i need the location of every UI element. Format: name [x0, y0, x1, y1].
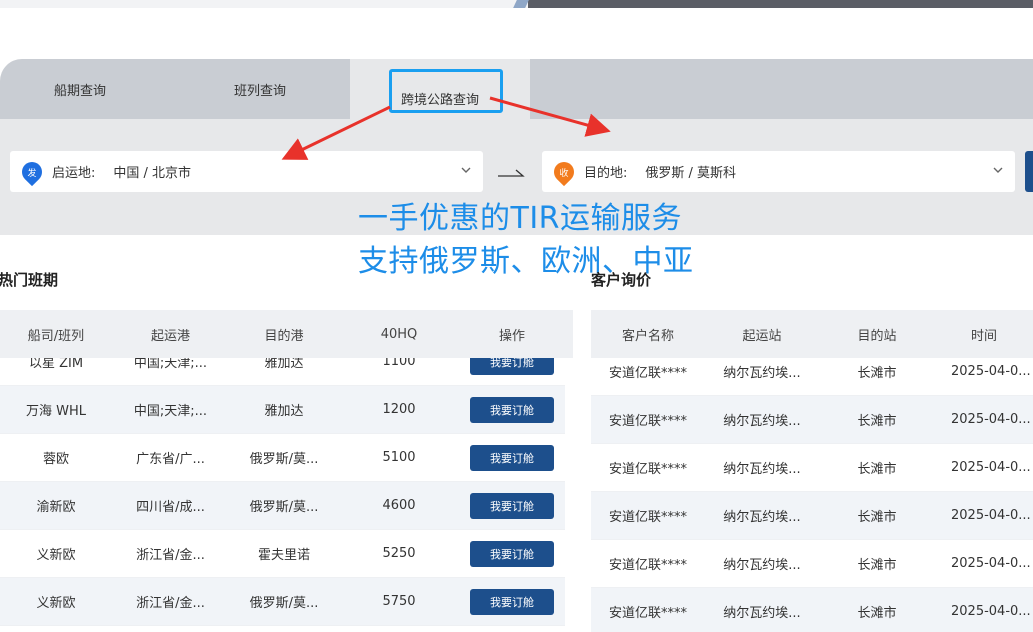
dest-cell: 长滩市 [857, 462, 897, 477]
book-button[interactable]: 我要订舱 [470, 492, 554, 519]
column-header: 起运港 [150, 328, 190, 344]
column-header: 操作 [498, 328, 525, 344]
time-cell: 2025-04-0... [951, 556, 1031, 571]
time-cell: 2025-04-0... [951, 460, 1031, 475]
column-header: 目的站 [857, 328, 897, 344]
origin-cell: 纳尔瓦约埃... [723, 606, 801, 621]
price-cell: 5250 [382, 546, 416, 561]
column-header: 船司/班列 [27, 328, 85, 344]
origin-select[interactable]: 发 启运地: 中国 / 北京市 [10, 151, 483, 192]
time-cell: 2025-04-0... [951, 604, 1031, 619]
column-header: 目的港 [264, 328, 304, 344]
inquiries-title: 客户询价 [591, 271, 652, 289]
origin-cell: 浙江省/金... [136, 548, 205, 563]
dest-cell: 长滩市 [857, 606, 897, 621]
customer-cell: 安道亿联**** [608, 366, 687, 381]
destination-badge: 收 [559, 168, 569, 179]
origin-cell: 纳尔瓦约埃... [723, 462, 801, 477]
inquiries-list[interactable]: 安道亿联**** 纳尔瓦约埃... 长滩市 2025-04-0... 安道亿联*… [591, 348, 1033, 632]
carrier-cell: 蓉欧 [42, 452, 69, 467]
tab-rail-schedule[interactable]: 班列查询 [170, 59, 350, 119]
origin-pin-icon: 发 [17, 157, 47, 186]
column-header: 客户名称 [621, 328, 674, 344]
time-cell: 2025-04-0... [951, 364, 1031, 379]
dest-cell: 俄罗斯/莫... [249, 452, 319, 467]
table-row: 万海 WHL 中国;天津;... 雅加达 1200 我要订舱 [0, 386, 565, 434]
hot-schedules-list[interactable]: 以星 ZIM 中国;天津;... 雅加达 1100 我要订舱 万海 WHL 中国… [0, 338, 565, 632]
search-button[interactable] [1025, 151, 1033, 192]
carrier-cell: 义新欧 [36, 548, 76, 563]
origin-cell: 浙江省/金... [136, 596, 205, 611]
inquiries-header: 客户名称 起运站 目的站 时间 [591, 310, 1033, 358]
dest-cell: 雅加达 [264, 404, 304, 419]
carrier-cell: 渝新欧 [36, 500, 76, 515]
query-tabs: 船期查询 班列查询 跨境公路查询 [0, 59, 1033, 119]
annotation-highlight-box [389, 69, 503, 113]
dest-cell: 俄罗斯/莫... [249, 596, 319, 611]
carrier-cell: 万海 WHL [25, 404, 86, 419]
book-button[interactable]: 我要订舱 [470, 444, 554, 471]
chevron-down-icon [993, 167, 1003, 173]
origin-cell: 纳尔瓦约埃... [723, 558, 801, 573]
table-row: 义新欧 浙江省/金... 俄罗斯/莫... 5750 我要订舱 [0, 578, 565, 626]
table-row: 安道亿联**** 纳尔瓦约埃... 长滩市 2025-04-0... [591, 540, 1033, 588]
dest-cell: 长滩市 [857, 510, 897, 525]
table-row: 渝新欧 四川省/成... 俄罗斯/莫... 4600 我要订舱 [0, 482, 565, 530]
carrier-cell: 义新欧 [36, 596, 76, 611]
origin-cell: 广东省/广... [136, 452, 205, 467]
column-header: 时间 [970, 328, 997, 344]
hot-schedules-header: 船司/班列 起运港 目的港 40HQ 操作 [0, 310, 573, 358]
origin-badge: 发 [27, 168, 37, 179]
direction-arrow-icon [498, 169, 525, 177]
table-row: 安道亿联**** 纳尔瓦约埃... 长滩市 2025-04-0... [591, 492, 1033, 540]
origin-label: 启运地: [52, 166, 96, 181]
origin-cell: 纳尔瓦约埃... [723, 510, 801, 525]
destination-value: 俄罗斯 / 莫斯科 [645, 166, 737, 181]
price-cell: 5100 [382, 450, 416, 465]
time-cell: 2025-04-0... [951, 412, 1031, 427]
table-row: 安道亿联**** 纳尔瓦约埃... 长滩市 2025-04-0... [591, 444, 1033, 492]
promo-line-1: 一手优惠的TIR运输服务 [358, 201, 683, 236]
customer-cell: 安道亿联**** [608, 414, 687, 429]
destination-label: 目的地: [584, 166, 628, 181]
book-button[interactable]: 我要订舱 [470, 540, 554, 567]
column-header: 起运站 [742, 328, 782, 344]
dest-cell: 霍夫里诺 [257, 548, 310, 563]
book-button[interactable]: 我要订舱 [470, 588, 554, 615]
chevron-down-icon [461, 167, 471, 173]
price-cell: 4600 [382, 498, 416, 513]
time-cell: 2025-04-0... [951, 508, 1031, 523]
price-cell: 5750 [382, 594, 416, 609]
book-button[interactable]: 我要订舱 [470, 396, 554, 423]
tab-label: 船期查询 [53, 83, 106, 99]
column-header: 40HQ [380, 326, 418, 342]
origin-cell: 四川省/成... [136, 500, 205, 515]
origin-cell: 中国;天津;... [133, 404, 208, 419]
dest-cell: 长滩市 [857, 414, 897, 429]
table-row: 安道亿联**** 纳尔瓦约埃... 长滩市 2025-04-0... [591, 396, 1033, 444]
price-cell: 1200 [382, 402, 416, 417]
dest-cell: 长滩市 [857, 366, 897, 381]
dest-cell: 俄罗斯/莫... [249, 500, 319, 515]
table-row: 安道亿联**** 纳尔瓦约埃... 长滩市 2025-04-0... [591, 588, 1033, 632]
origin-value: 中国 / 北京市 [113, 166, 192, 181]
customer-cell: 安道亿联**** [608, 606, 687, 621]
tab-label: 班列查询 [233, 83, 286, 99]
tab-ship-schedule[interactable]: 船期查询 [0, 59, 160, 119]
destination-select[interactable]: 收 目的地: 俄罗斯 / 莫斯科 [542, 151, 1015, 192]
dest-cell: 长滩市 [857, 558, 897, 573]
table-row: 蓉欧 广东省/广... 俄罗斯/莫... 5100 我要订舱 [0, 434, 565, 482]
hot-schedules-title: 热门班期 [0, 271, 59, 289]
customer-cell: 安道亿联**** [608, 462, 687, 477]
customer-cell: 安道亿联**** [608, 558, 687, 573]
customer-cell: 安道亿联**** [608, 510, 687, 525]
top-strip-dark [528, 0, 1033, 8]
origin-cell: 纳尔瓦约埃... [723, 366, 801, 381]
origin-cell: 纳尔瓦约埃... [723, 414, 801, 429]
table-row: 义新欧 浙江省/金... 霍夫里诺 5250 我要订舱 [0, 530, 565, 578]
destination-pin-icon: 收 [549, 157, 579, 186]
